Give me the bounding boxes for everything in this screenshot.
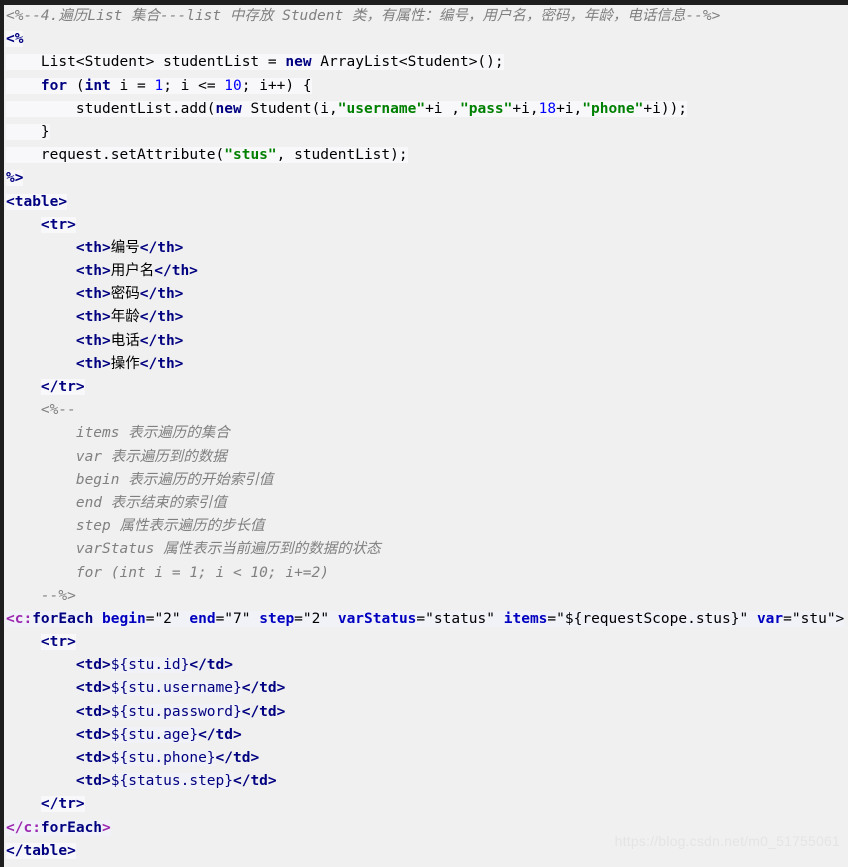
code-line-9[interactable]: <table> [4,191,848,214]
code-line-3[interactable]: List<Student> studentList = new ArrayLis… [4,51,848,74]
th-label-action: 操作 [110,355,140,372]
td-expr-age: ${stu.age} [110,726,199,743]
code-line-22[interactable]: end 表示结束的索引值 [4,492,848,515]
code-editor-surface[interactable]: <%--4.遍历List 集合---list 中存放 Student 类，有属性… [4,5,848,867]
tr-open-tag: <tr> [40,216,76,233]
th-label-phone: 电话 [110,332,140,349]
code-line-11[interactable]: <th>编号</th> [4,237,848,260]
foreach-tag-prefix: <c: [6,610,33,627]
code-line-19[interactable]: items 表示遍历的集合 [4,422,848,445]
code-line-30[interactable]: <td>${stu.username}</td> [4,677,848,700]
td-expr-password: ${stu.password} [110,703,242,720]
code-line-33[interactable]: <td>${stu.phone}</td> [4,747,848,770]
td-expr-username: ${stu.username} [110,680,242,697]
td-expr-id: ${stu.id} [110,657,190,674]
csdn-watermark: https://blog.csdn.net/m0_51755061 [614,833,840,849]
attr-var-name: var [756,610,784,627]
code-line-28[interactable]: <tr> [4,631,848,654]
code-line-4[interactable]: for (int i = 1; i <= 10; i++) { [4,75,848,98]
attr-end-value: 7 [233,610,242,627]
comment-end-desc: end 表示结束的索引值 [6,494,227,511]
attr-varstatus-name: varStatus [337,610,417,627]
code-line-8[interactable]: %> [4,167,848,190]
comment-varstatus-desc: varStatus 属性表示当前遍历到的数据的状态 [6,541,381,558]
code-line-7[interactable]: request.setAttribute("stus", studentList… [4,144,848,167]
comment-begin-desc: begin 表示遍历的开始索引值 [6,471,274,488]
attr-begin-value: 2 [163,610,172,627]
th-label-id: 编号 [110,239,140,256]
attr-begin-name: begin [102,610,146,627]
comment-step-desc: step 属性表示遍历的步长值 [6,518,265,535]
code-line-1[interactable]: <%--4.遍历List 集合---list 中存放 Student 类，有属性… [4,5,848,28]
code-line-27[interactable]: <c:forEach begin="2" end="7" step="2" va… [4,608,848,631]
th-label-password: 密码 [110,286,140,303]
code-line-31[interactable]: <td>${stu.password}</td> [4,701,848,724]
th-label-username: 用户名 [110,263,155,280]
code-line-21[interactable]: begin 表示遍历的开始索引值 [4,469,848,492]
comment-block-open: <%-- [6,402,76,419]
table-open-tag: <table> [6,193,68,210]
scriptlet-open: <% [6,31,24,48]
attr-var-value: stu [800,610,827,627]
attr-varstatus-value: status [433,610,487,627]
code-line-15[interactable]: <th>电话</th> [4,330,848,353]
code-line-25[interactable]: for (int i = 1; i < 10; i+=2) [4,562,848,585]
foreach-close-name: forEach [40,819,103,836]
attr-end-name: end [189,610,216,627]
th-label-age: 年龄 [110,309,140,326]
code-line-35[interactable]: </tr> [4,793,848,816]
comment-block-close: --%> [6,587,76,604]
body-tr-open-tag: <tr> [40,634,76,651]
tr-close-tag: </tr> [40,379,85,395]
code-line-32[interactable]: <td>${stu.age}</td> [4,724,848,747]
td-expr-status-step: ${status.step} [110,773,233,790]
code-line-23[interactable]: step 属性表示遍历的步长值 [4,515,848,538]
code-line-17[interactable]: </tr> [4,376,848,399]
code-line-20[interactable]: var 表示遍历到的数据 [4,446,848,469]
code-line-10[interactable]: <tr> [4,214,848,237]
code-line-6[interactable]: } [4,121,848,144]
code-line-12[interactable]: <th>用户名</th> [4,260,848,283]
jsp-comment-header: <%--4.遍历List 集合---list 中存放 Student 类，有属性… [6,8,721,24]
attr-items-value: ${requestScope.stus} [564,610,740,627]
table-close-tag: </table> [6,842,76,859]
code-line-26[interactable]: --%> [4,585,848,608]
code-line-34[interactable]: <td>${status.step}</td> [4,770,848,793]
code-line-18[interactable]: <%-- [4,399,848,422]
comment-for-example: for (int i = 1; i < 10; i+=2) [6,564,330,581]
code-line-5[interactable]: studentList.add(new Student(i,"username"… [4,98,848,121]
td-expr-phone: ${stu.phone} [110,750,216,766]
code-line-29[interactable]: <td>${stu.id}</td> [4,654,848,677]
comment-items-desc: items 表示遍历的集合 [6,425,230,442]
code-line-14[interactable]: <th>年龄</th> [4,306,848,329]
scriptlet-close: %> [6,170,24,187]
body-tr-close-tag: </tr> [40,796,85,813]
foreach-tag-name: forEach [32,610,94,627]
attr-step-name: step [259,610,295,627]
code-line-2[interactable]: <% [4,28,848,51]
code-line-16[interactable]: <th>操作</th> [4,353,848,376]
attr-items-name: items [503,610,548,627]
foreach-close-prefix: </c: [6,819,41,836]
code-line-24[interactable]: varStatus 属性表示当前遍历到的数据的状态 [4,538,848,561]
code-line-13[interactable]: <th>密码</th> [4,283,848,306]
comment-var-desc: var 表示遍历到的数据 [6,448,227,465]
